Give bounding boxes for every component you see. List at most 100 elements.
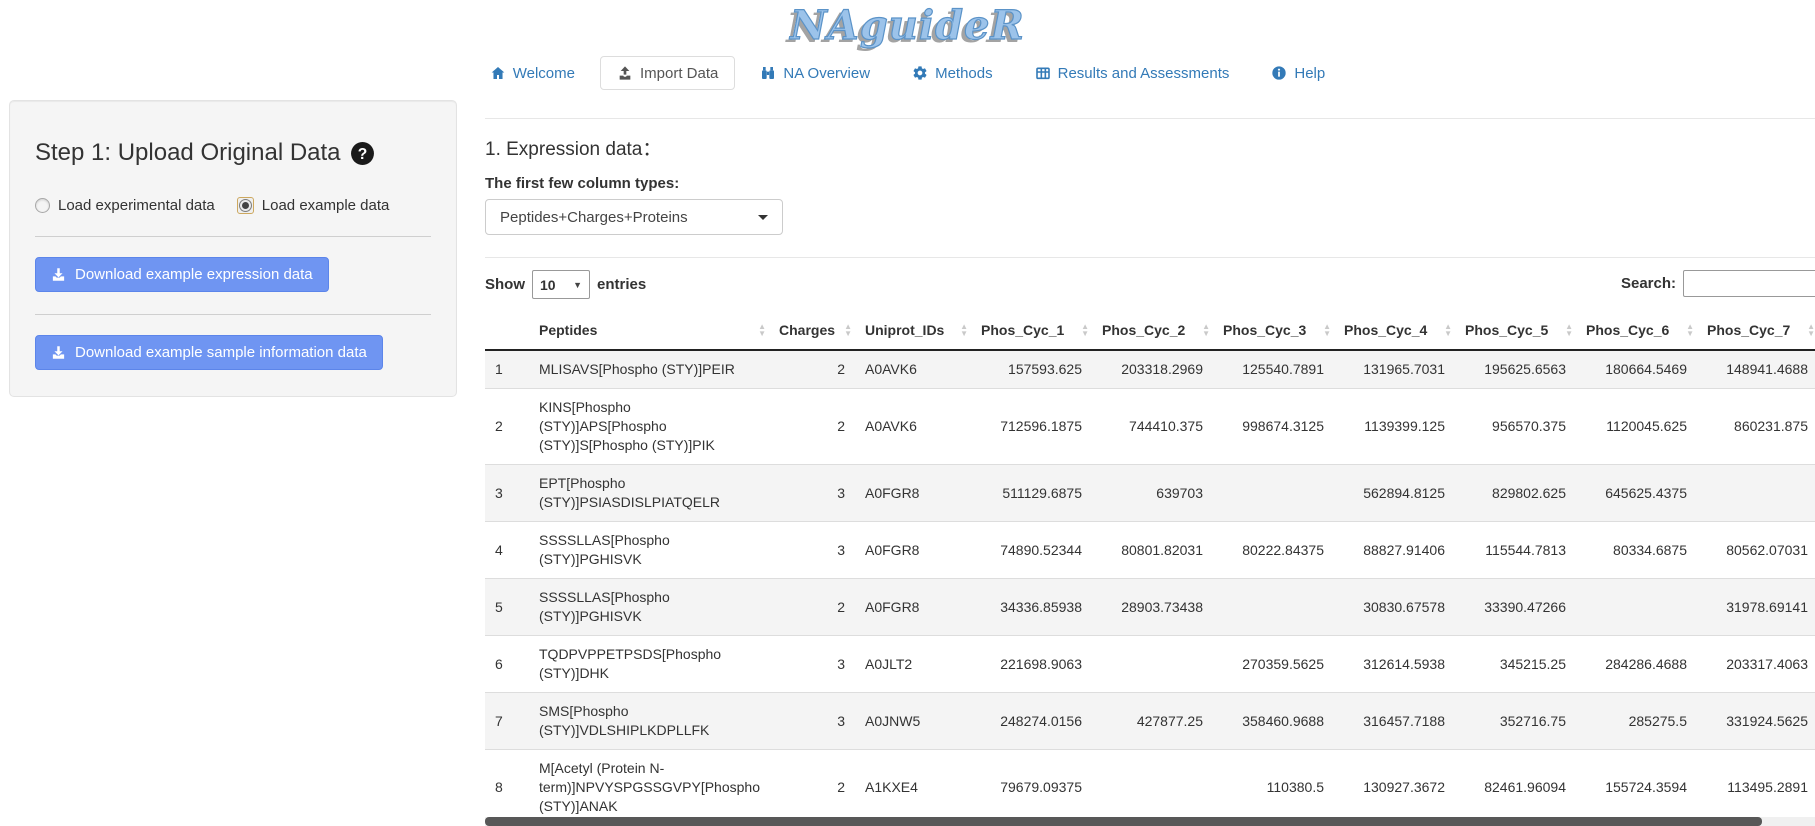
- uniprot-cell: A0AVK6: [855, 350, 971, 389]
- search-label: Search:: [1621, 275, 1676, 292]
- intensity-cell: 712596.1875: [971, 389, 1092, 465]
- tab-label: Help: [1294, 66, 1325, 81]
- import-data-panel: 1. Expression data： The first few column…: [485, 100, 1815, 826]
- table-row: 8M[Acetyl (Protein N-term)]NPVYSPGSSGVPY…: [485, 750, 1815, 826]
- entries-label: entries: [597, 276, 646, 293]
- radio-checked-icon: [237, 197, 254, 214]
- intensity-cell: 82461.96094: [1455, 750, 1576, 826]
- sort-icon: ▲▼: [758, 323, 766, 337]
- page-length-select[interactable]: 10 ▼: [532, 270, 590, 299]
- main-navbar: Welcome Import Data NA Overview Methods …: [0, 54, 1815, 90]
- row-number-cell: 3: [485, 465, 529, 522]
- intensity-cell: 33390.47266: [1455, 579, 1576, 636]
- intensity-cell: 157593.625: [971, 350, 1092, 389]
- tab-results-and-assessments[interactable]: Results and Assessments: [1018, 56, 1247, 90]
- download-example-expression-data-button[interactable]: Download example expression data: [35, 257, 329, 292]
- divider: [35, 236, 431, 237]
- upload-icon: [617, 65, 633, 81]
- tab-label: NA Overview: [783, 66, 870, 81]
- tab-na-overview[interactable]: NA Overview: [743, 56, 887, 90]
- intensity-cell: 148941.4688: [1697, 350, 1815, 389]
- intensity-cell: 956570.375: [1455, 389, 1576, 465]
- row-number-cell: 8: [485, 750, 529, 826]
- sort-icon: ▲▼: [1444, 323, 1452, 337]
- table-row: 3EPT[Phospho (STY)]PSIASDISLPIATQELR3A0F…: [485, 465, 1815, 522]
- panel-title-text: Step 1: Upload Original Data: [35, 139, 341, 167]
- intensity-cell: 80562.07031: [1697, 522, 1815, 579]
- tab-import-data[interactable]: Import Data: [600, 56, 735, 90]
- sort-icon: ▲▼: [1807, 323, 1815, 337]
- charge-cell: 2: [769, 350, 855, 389]
- column-header-Phos_Cyc_3[interactable]: Phos_Cyc_3▲▼: [1213, 311, 1334, 350]
- column-types-selected-value: Peptides+Charges+Proteins: [500, 209, 688, 226]
- intensity-cell: 80334.6875: [1576, 522, 1697, 579]
- home-icon: [490, 65, 506, 81]
- charge-cell: 3: [769, 636, 855, 693]
- intensity-cell: 860231.875: [1697, 389, 1815, 465]
- radio-load-experimental-data[interactable]: Load experimental data: [35, 197, 215, 214]
- tab-methods[interactable]: Methods: [895, 56, 1010, 90]
- intensity-cell: 80222.84375: [1213, 522, 1334, 579]
- column-header-Peptides[interactable]: Peptides▲▼: [529, 311, 769, 350]
- column-header-Phos_Cyc_6[interactable]: Phos_Cyc_6▲▼: [1576, 311, 1697, 350]
- question-circle-icon[interactable]: ?: [350, 141, 375, 166]
- peptide-cell: SMS[Phospho (STY)]VDLSHIPLKDPLLFK: [529, 693, 769, 750]
- table-row: 4SSSSLLAS[Phospho (STY)]PGHISVK3A0FGR874…: [485, 522, 1815, 579]
- intensity-cell: 30830.67578: [1334, 579, 1455, 636]
- expression-table: Peptides▲▼Charges▲▼Uniprot_IDs▲▼Phos_Cyc…: [485, 311, 1815, 826]
- charge-cell: 3: [769, 465, 855, 522]
- tab-welcome[interactable]: Welcome: [473, 56, 592, 90]
- column-header-Phos_Cyc_7[interactable]: Phos_Cyc_7▲▼: [1697, 311, 1815, 350]
- panel-title: Step 1: Upload Original Data ?: [35, 139, 431, 167]
- intensity-cell: [1213, 465, 1334, 522]
- intensity-cell: 115544.7813: [1455, 522, 1576, 579]
- intensity-cell: 639703: [1092, 465, 1213, 522]
- intensity-cell: 110380.5: [1213, 750, 1334, 826]
- intensity-cell: 203317.4063: [1697, 636, 1815, 693]
- row-number-cell: 2: [485, 389, 529, 465]
- intensity-cell: 88827.91406: [1334, 522, 1455, 579]
- peptide-cell: M[Acetyl (Protein N-term)]NPVYSPGSSGVPY[…: [529, 750, 769, 826]
- intensity-cell: 744410.375: [1092, 389, 1213, 465]
- intensity-cell: 998674.3125: [1213, 389, 1334, 465]
- intensity-cell: 645625.4375: [1576, 465, 1697, 522]
- radio-load-example-data[interactable]: Load example data: [237, 197, 390, 214]
- row-number-header: [485, 311, 529, 350]
- peptide-cell: EPT[Phospho (STY)]PSIASDISLPIATQELR: [529, 465, 769, 522]
- table-row: 2KINS[Phospho (STY)]APS[Phospho (STY)]S[…: [485, 389, 1815, 465]
- chevron-down-icon: ▼: [573, 280, 582, 290]
- horizontal-scrollbar: [485, 817, 1815, 826]
- column-header-Uniprot_IDs[interactable]: Uniprot_IDs▲▼: [855, 311, 971, 350]
- column-header-Phos_Cyc_2[interactable]: Phos_Cyc_2▲▼: [1092, 311, 1213, 350]
- info-icon: [1271, 65, 1287, 81]
- download-icon: [51, 267, 66, 282]
- tab-label: Methods: [935, 66, 993, 81]
- sort-icon: ▲▼: [844, 323, 852, 337]
- table-icon: [1035, 65, 1051, 81]
- column-header-Phos_Cyc_1[interactable]: Phos_Cyc_1▲▼: [971, 311, 1092, 350]
- scrollbar-thumb[interactable]: [485, 817, 1762, 826]
- tab-help[interactable]: Help: [1254, 56, 1342, 90]
- peptide-cell: TQDPVPPETPSDS[Phospho (STY)]DHK: [529, 636, 769, 693]
- peptide-cell: KINS[Phospho (STY)]APS[Phospho (STY)]S[P…: [529, 389, 769, 465]
- radio-label: Load experimental data: [58, 197, 215, 214]
- search-input[interactable]: [1683, 270, 1815, 297]
- charge-cell: 2: [769, 389, 855, 465]
- sort-icon: ▲▼: [960, 323, 968, 337]
- column-header-Charges[interactable]: Charges▲▼: [769, 311, 855, 350]
- page-length-control: Show 10 ▼ entries: [485, 270, 1815, 299]
- sort-icon: ▲▼: [1565, 323, 1573, 337]
- naguider-app: NAguideR Welcome Import Data NA Overview…: [0, 0, 1815, 826]
- column-types-label: The first few column types:: [485, 175, 1815, 192]
- intensity-cell: 28903.73438: [1092, 579, 1213, 636]
- column-types-select[interactable]: Peptides+Charges+Proteins: [485, 199, 783, 235]
- row-number-cell: 4: [485, 522, 529, 579]
- divider: [35, 314, 431, 315]
- download-example-sample-information-data-button[interactable]: Download example sample information data: [35, 335, 383, 370]
- tab-label: Welcome: [513, 66, 575, 81]
- column-header-Phos_Cyc_5[interactable]: Phos_Cyc_5▲▼: [1455, 311, 1576, 350]
- column-header-Phos_Cyc_4[interactable]: Phos_Cyc_4▲▼: [1334, 311, 1455, 350]
- intensity-cell: [1092, 750, 1213, 826]
- intensity-cell: 130927.3672: [1334, 750, 1455, 826]
- peptide-cell: MLISAVS[Phospho (STY)]PEIR: [529, 350, 769, 389]
